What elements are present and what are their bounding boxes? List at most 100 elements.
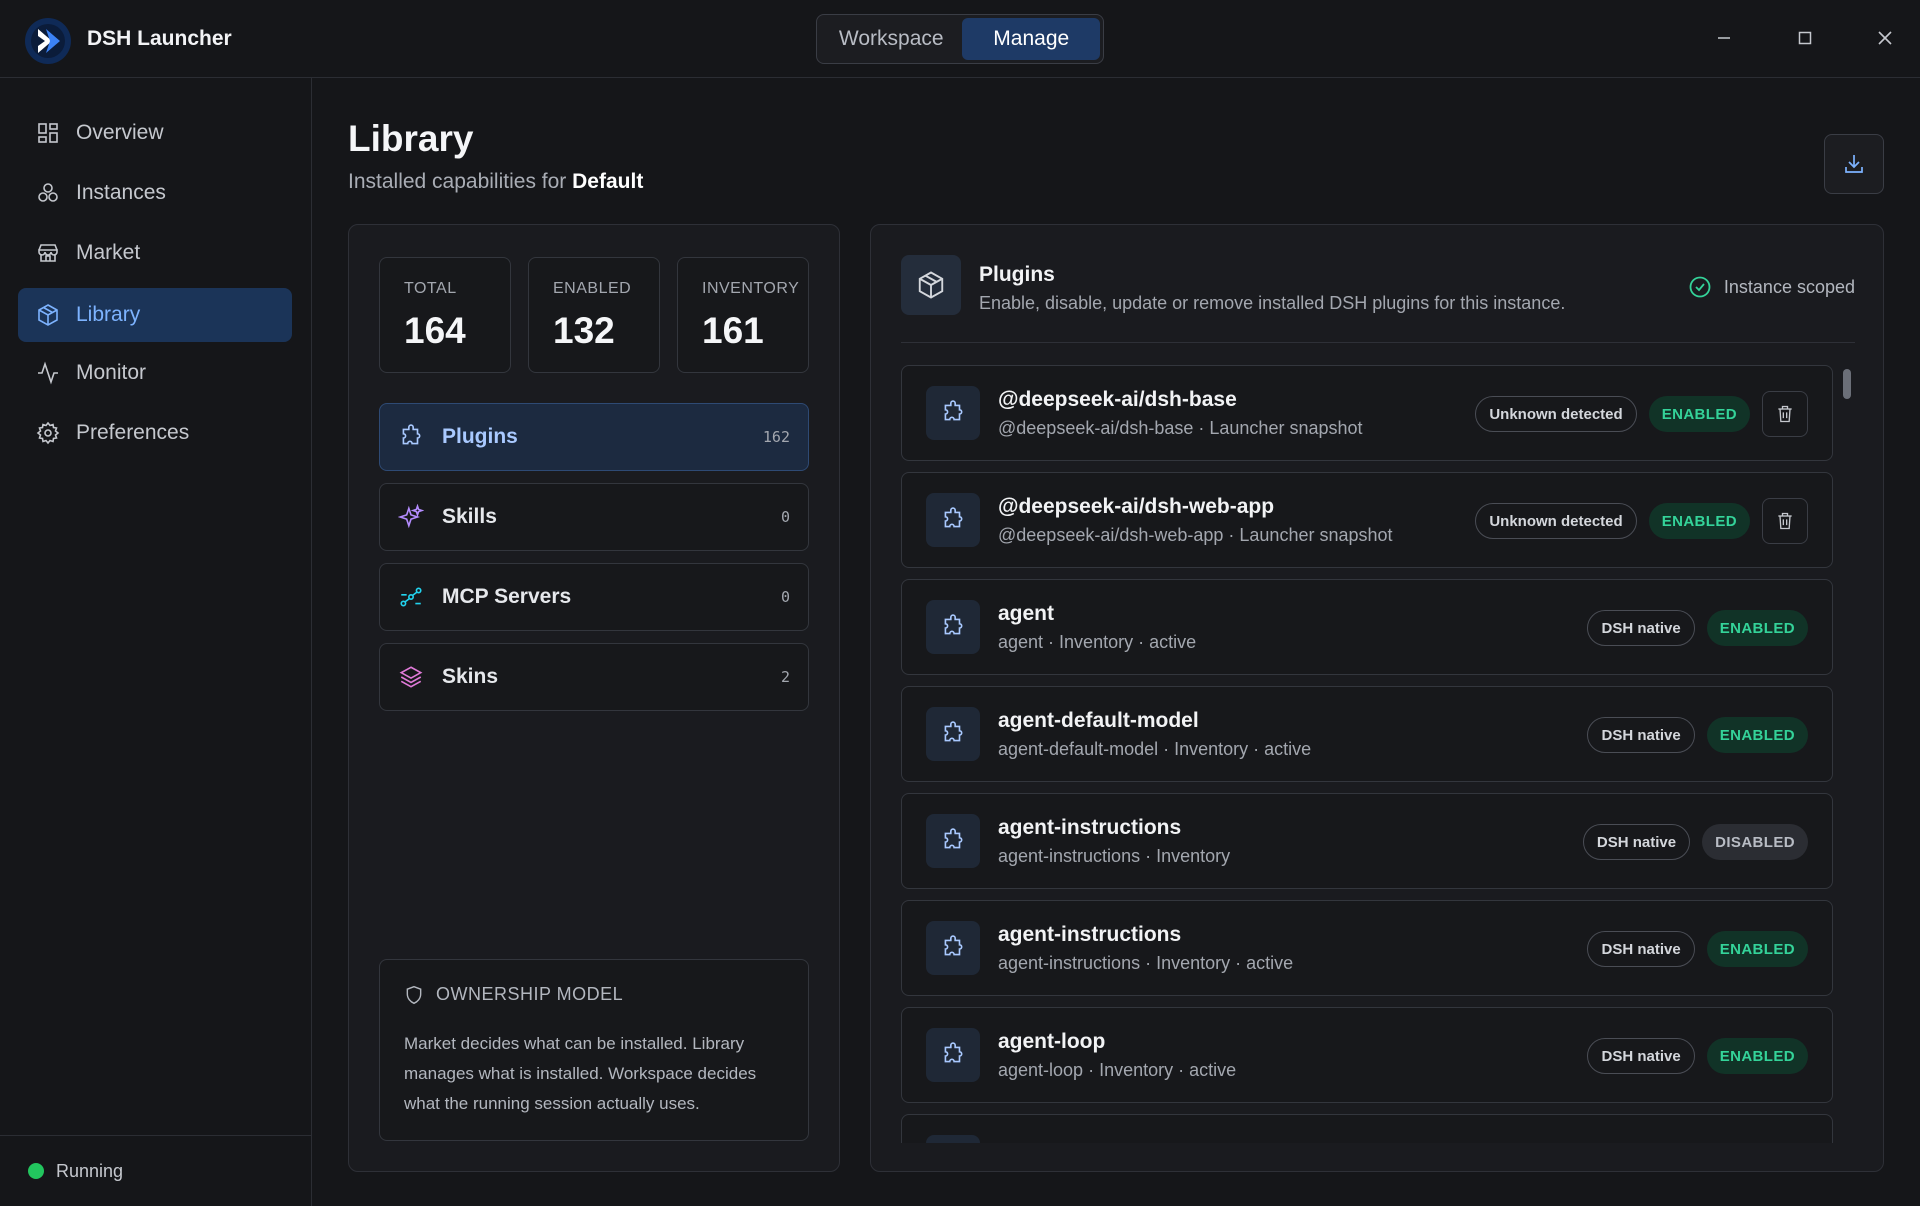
status-toggle[interactable]: ENABLED xyxy=(1706,717,1808,753)
plugin-name: agent-instructions xyxy=(998,816,1182,839)
puzzle-icon xyxy=(926,814,980,868)
check-circle-icon xyxy=(1688,275,1712,299)
plugin-tags: Unknown detected ENABLED xyxy=(1475,498,1808,544)
title-bar: DSH Launcher Workspace Manage xyxy=(0,0,1920,78)
plugin-meta: @deepseek-ai/dsh-web-app · Launcher snap… xyxy=(998,525,1393,545)
category-label: MCP Servers xyxy=(442,585,572,608)
stat-card-enabled: ENABLED 132 xyxy=(528,257,660,373)
category-count: 0 xyxy=(780,508,790,526)
category-plugins[interactable]: Plugins 162 xyxy=(379,403,809,471)
plugin-name: @deepseek-ai/dsh-web-app xyxy=(998,495,1275,518)
tab-manage[interactable]: Manage xyxy=(962,18,1100,60)
sidebar-item-overview[interactable]: Overview xyxy=(18,106,292,160)
plugin-name: agent-loop xyxy=(998,1030,1106,1053)
category-skills[interactable]: Skills 0 xyxy=(379,483,809,551)
status-toggle[interactable]: ENABLED xyxy=(1706,610,1808,646)
puzzle-icon xyxy=(926,1028,980,1082)
sidebar: Overview Instances Market Library Monito… xyxy=(0,78,312,1206)
plugin-name: agent xyxy=(998,602,1055,625)
status-toggle[interactable]: ENABLED xyxy=(1706,931,1808,967)
gear-icon xyxy=(36,421,60,445)
ownership-text: Market decides what can be installed. Li… xyxy=(404,1034,757,1113)
plugin-row[interactable]: agent agent · Inventory · active DSH nat… xyxy=(901,579,1833,675)
close-icon[interactable] xyxy=(1873,26,1897,50)
plugin-meta: agent-loop · Inventory · active xyxy=(998,1060,1237,1080)
plugin-row[interactable]: agent-instructions agent-instructions · … xyxy=(901,793,1833,889)
sidebar-item-market[interactable]: Market xyxy=(18,226,292,280)
puzzle-icon xyxy=(398,424,424,450)
origin-badge: DSH native xyxy=(1582,824,1691,860)
app-title: DSH Launcher xyxy=(87,27,232,50)
category-label: Plugins xyxy=(442,425,518,448)
sidebar-item-instances[interactable]: Instances xyxy=(18,166,292,220)
shield-icon xyxy=(404,985,424,1005)
panel-title: Plugins xyxy=(979,263,1055,286)
origin-badge: DSH native xyxy=(1587,1038,1695,1074)
activity-icon xyxy=(36,361,60,385)
category-label: Skills xyxy=(442,505,497,528)
minimize-icon[interactable] xyxy=(1712,26,1736,50)
plugin-row[interactable] xyxy=(901,1114,1833,1143)
category-count: 0 xyxy=(780,588,790,606)
puzzle-icon xyxy=(926,493,980,547)
plugin-name: @deepseek-ai/dsh-base xyxy=(998,388,1237,411)
page-subtitle: Installed capabilities for Default xyxy=(348,170,643,194)
ownership-title: OWNERSHIP MODEL xyxy=(436,984,624,1004)
plugin-row[interactable]: @deepseek-ai/dsh-web-app @deepseek-ai/ds… xyxy=(901,472,1833,568)
plugins-panel-header: Plugins Enable, disable, update or remov… xyxy=(901,255,1855,343)
panel-description: Enable, disable, update or remove instal… xyxy=(979,293,1566,313)
status-toggle[interactable]: ENABLED xyxy=(1648,396,1750,432)
status-toggle[interactable]: ENABLED xyxy=(1706,1038,1808,1074)
status-toggle[interactable]: DISABLED xyxy=(1702,824,1808,860)
maximize-icon[interactable] xyxy=(1793,26,1817,50)
plugin-meta: agent-instructions · Inventory · active xyxy=(998,953,1294,973)
status-bar: Running xyxy=(0,1135,312,1206)
ownership-header: OWNERSHIP MODEL xyxy=(404,984,784,1005)
origin-badge: DSH native xyxy=(1587,610,1695,646)
sidebar-item-label: Library xyxy=(76,303,141,326)
package-icon xyxy=(36,303,60,327)
puzzle-icon xyxy=(926,1135,980,1143)
category-skins[interactable]: Skins 2 xyxy=(379,643,809,711)
sidebar-item-label: Preferences xyxy=(76,421,190,444)
delete-button[interactable] xyxy=(1762,391,1808,437)
status-dot xyxy=(28,1163,44,1179)
plugin-row[interactable]: @deepseek-ai/dsh-base @deepseek-ai/dsh-b… xyxy=(901,365,1833,461)
stat-card-total: TOTAL 164 xyxy=(379,257,511,373)
plugin-tags: DSH native DISABLED xyxy=(1582,822,1808,862)
scrollbar-thumb[interactable] xyxy=(1843,369,1851,399)
stat-label: TOTAL xyxy=(404,280,457,297)
stat-value: 132 xyxy=(553,310,615,351)
mode-switch: Workspace Manage xyxy=(816,14,1104,64)
sidebar-item-label: Overview xyxy=(76,121,164,144)
ownership-model-card: OWNERSHIP MODEL Market decides what can … xyxy=(379,959,809,1141)
category-count: 2 xyxy=(780,668,790,686)
category-label: Skins xyxy=(442,665,499,688)
export-button[interactable] xyxy=(1824,134,1884,194)
page-title: Library xyxy=(348,118,474,159)
plugin-row[interactable]: agent-instructions agent-instructions · … xyxy=(901,900,1833,996)
tab-workspace[interactable]: Workspace xyxy=(820,18,962,60)
sidebar-item-preferences[interactable]: Preferences xyxy=(18,406,292,460)
sidebar-item-library[interactable]: Library xyxy=(18,288,292,342)
stat-card-inventory: INVENTORY 161 xyxy=(677,257,809,373)
scope-indicator: Instance scoped xyxy=(1688,275,1855,299)
puzzle-icon xyxy=(926,707,980,761)
plugin-list: @deepseek-ai/dsh-base @deepseek-ai/dsh-b… xyxy=(901,365,1833,1143)
status-toggle[interactable]: ENABLED xyxy=(1648,503,1750,539)
plugin-row[interactable]: agent-default-model agent-default-model … xyxy=(901,686,1833,782)
layers-icon xyxy=(398,664,424,690)
origin-badge: DSH native xyxy=(1587,717,1695,753)
network-icon xyxy=(398,584,424,610)
category-mcp-servers[interactable]: MCP Servers 0 xyxy=(379,563,809,631)
plugin-name: agent-default-model xyxy=(998,709,1199,732)
origin-badge: Unknown detected xyxy=(1475,396,1637,432)
plugin-tags: Unknown detected ENABLED xyxy=(1475,391,1808,437)
delete-button[interactable] xyxy=(1762,498,1808,544)
grid-icon xyxy=(36,121,60,145)
plugin-name: agent-instructions xyxy=(998,923,1182,946)
status-text: Running xyxy=(56,1160,124,1181)
puzzle-icon xyxy=(926,921,980,975)
plugin-row[interactable]: agent-loop agent-loop · Inventory · acti… xyxy=(901,1007,1833,1103)
sidebar-item-monitor[interactable]: Monitor xyxy=(18,346,292,400)
